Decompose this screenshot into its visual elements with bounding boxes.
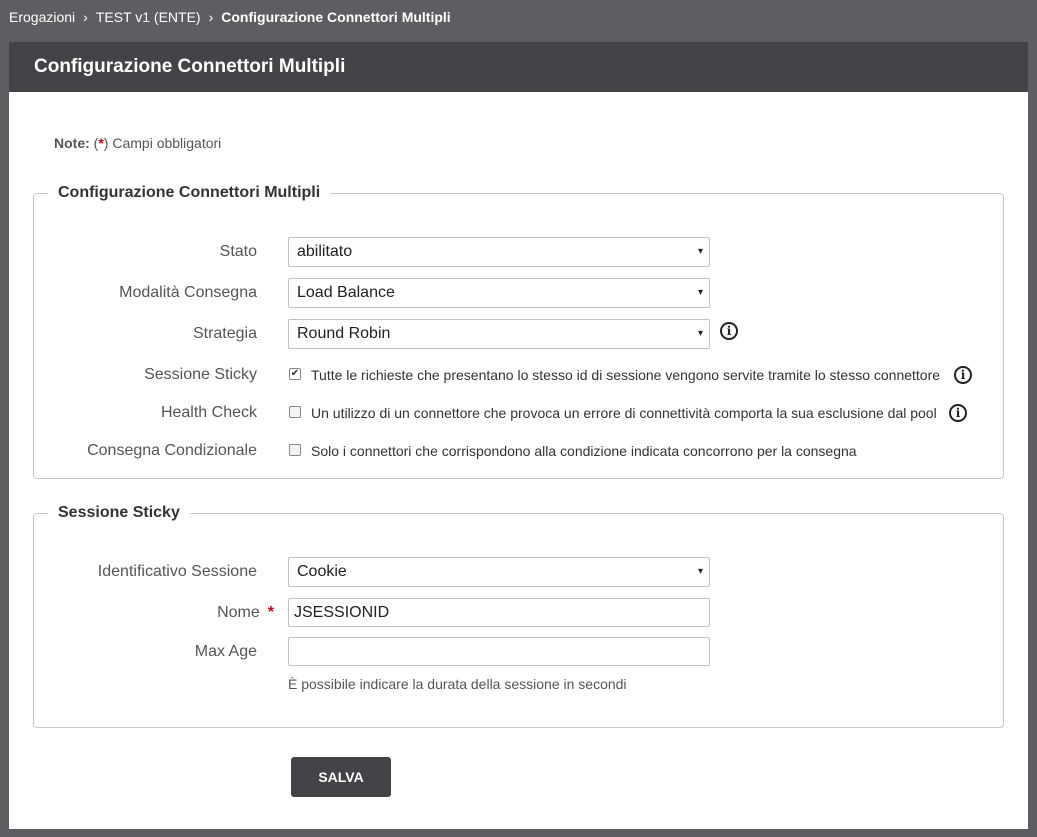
sessione-sticky-checkbox[interactable]: ✔ (289, 368, 301, 380)
fieldset-legend: Configurazione Connettori Multipli (58, 184, 321, 201)
row-stato: Stato abilitato ▾ (34, 237, 1003, 267)
consegna-condizionale-text: Solo i connettori che corrispondono alla… (311, 443, 857, 459)
row-max-age: Max Age (34, 637, 1003, 667)
note-text: ) Campi obbligatori (103, 135, 222, 151)
row-consegna-condizionale: Consegna Condizionale Solo i connettori … (34, 436, 1003, 466)
row-health-check: Health Check Un utilizzo di un connettor… (34, 398, 1003, 428)
panel-title: Configurazione Connettori Multipli (9, 42, 1028, 92)
chevron-down-icon: ▾ (697, 566, 703, 577)
stato-select[interactable]: abilitato ▾ (288, 237, 710, 267)
fieldset-connettori-multipli: Configurazione Connettori Multipli Stato… (33, 184, 1004, 479)
row-identificativo-sessione: Identificativo Sessione Cookie ▾ (34, 557, 1003, 587)
breadcrumb-erogazioni[interactable]: Erogazioni (9, 9, 75, 25)
identificativo-sessione-value: Cookie (297, 563, 347, 580)
fieldset-sessione-sticky: Sessione Sticky Identificativo Sessione … (33, 504, 1004, 728)
breadcrumb-test-v1[interactable]: TEST v1 (ENTE) (96, 9, 201, 25)
row-strategia: Strategia Round Robin ▾ i (34, 319, 1003, 349)
row-sessione-sticky: Sessione Sticky ✔ Tutte le richieste che… (34, 360, 1003, 390)
stato-label: Stato (219, 243, 257, 260)
fieldset-legend: Sessione Sticky (58, 504, 180, 521)
info-icon[interactable]: i (954, 366, 972, 384)
main-panel: Configurazione Connettori Multipli Note:… (9, 42, 1028, 829)
strategia-value: Round Robin (297, 325, 391, 342)
sessione-sticky-label: Sessione Sticky (144, 366, 257, 383)
identificativo-sessione-label: Identificativo Sessione (97, 563, 257, 580)
modalita-consegna-value: Load Balance (297, 284, 395, 301)
nome-label-text: Nome (217, 604, 260, 621)
breadcrumb: Erogazioni › TEST v1 (ENTE) › Configuraz… (9, 0, 451, 33)
note: Note: (*) Campi obbligatori (54, 135, 221, 151)
save-button[interactable]: SALVA (291, 757, 391, 797)
consegna-condizionale-label: Consegna Condizionale (87, 442, 257, 459)
identificativo-sessione-select[interactable]: Cookie ▾ (288, 557, 710, 587)
max-age-input[interactable] (288, 637, 710, 666)
row-modalita-consegna: Modalità Consegna Load Balance ▾ (34, 278, 1003, 308)
breadcrumb-separator: › (208, 8, 214, 25)
chevron-down-icon: ▾ (697, 328, 703, 339)
modalita-consegna-select[interactable]: Load Balance ▾ (288, 278, 710, 308)
chevron-down-icon: ▾ (697, 246, 703, 257)
info-icon[interactable]: i (720, 322, 738, 340)
chevron-down-icon: ▾ (697, 287, 703, 298)
max-age-hint: È possibile indicare la durata della ses… (288, 676, 627, 692)
modalita-consegna-label: Modalità Consegna (119, 284, 257, 301)
consegna-condizionale-checkbox[interactable] (289, 444, 301, 456)
max-age-label: Max Age (194, 643, 257, 660)
info-icon[interactable]: i (949, 404, 967, 422)
nome-input[interactable]: JSESSIONID (288, 598, 710, 627)
sessione-sticky-text: Tutte le richieste che presentano lo ste… (311, 367, 941, 383)
health-check-text: Un utilizzo di un connettore che provoca… (311, 405, 937, 421)
nome-label: Nome * (217, 598, 274, 628)
strategia-label: Strategia (192, 325, 257, 342)
breadcrumb-separator: › (83, 8, 88, 25)
required-star: * (267, 604, 274, 621)
stato-value: abilitato (297, 243, 353, 260)
breadcrumb-current: Configurazione Connettori Multipli (221, 8, 451, 25)
note-label: Note: (54, 135, 90, 151)
strategia-select[interactable]: Round Robin ▾ (288, 319, 710, 349)
health-check-checkbox[interactable] (289, 406, 301, 418)
health-check-label: Health Check (160, 404, 257, 421)
row-nome: Nome * JSESSIONID (34, 598, 1003, 628)
